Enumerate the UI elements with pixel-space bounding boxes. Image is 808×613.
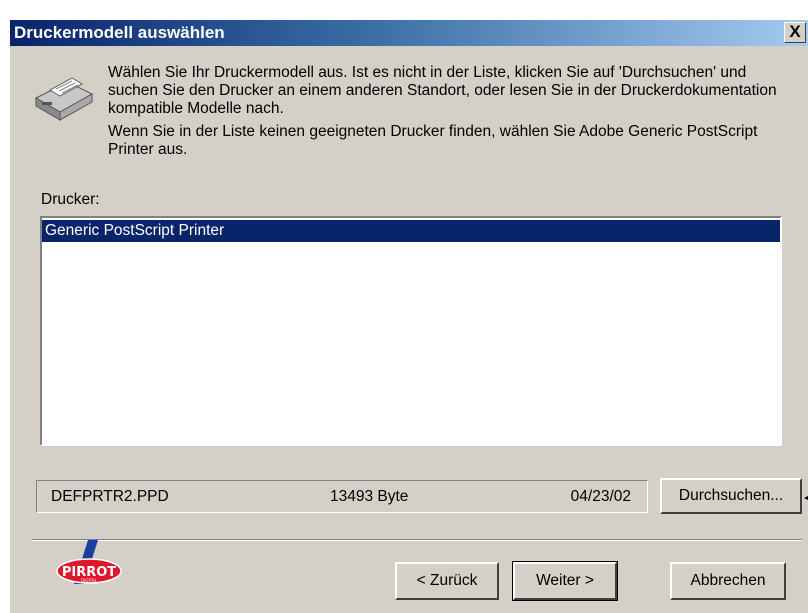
file-info-panel: DEFPRTR2.PPD 13493 Byte 04/23/02 bbox=[36, 480, 648, 513]
pirrot-logo: PIRROT DIGITAL bbox=[56, 540, 122, 584]
dialog-title: Druckermodell auswählen bbox=[14, 23, 225, 42]
intro-paragraph-2: Wenn Sie in der Liste keinen geeigneten … bbox=[108, 123, 758, 158]
printer-model-dialog: Druckermodell auswählen X Wählen Sie Ihr… bbox=[10, 20, 808, 613]
separator-line bbox=[32, 539, 802, 541]
printers-label: Drucker: bbox=[41, 191, 100, 208]
printer-listbox[interactable]: Generic PostScript Printer bbox=[40, 216, 782, 446]
title-bar: Druckermodell auswählen X bbox=[10, 20, 808, 46]
printer-list-item-selected[interactable]: Generic PostScript Printer bbox=[42, 220, 780, 242]
intro-paragraph-1: Wählen Sie Ihr Druckermodell aus. Ist es… bbox=[108, 64, 777, 117]
next-button[interactable]: Weiter > bbox=[512, 561, 618, 601]
file-date: 04/23/02 bbox=[570, 488, 631, 505]
close-button[interactable]: X bbox=[784, 22, 806, 43]
browse-button[interactable]: Durchsuchen... bbox=[660, 478, 802, 514]
printer-icon bbox=[34, 77, 94, 121]
cursor-arrow-icon bbox=[804, 496, 808, 500]
close-icon: X bbox=[789, 22, 801, 41]
intro-text: Wählen Sie Ihr Druckermodell aus. Ist es… bbox=[108, 64, 788, 164]
back-button[interactable]: < Zurück bbox=[395, 562, 499, 600]
svg-text:DIGITAL: DIGITAL bbox=[81, 578, 97, 583]
file-size: 13493 Byte bbox=[330, 488, 409, 505]
file-name: DEFPRTR2.PPD bbox=[51, 488, 169, 505]
cancel-button[interactable]: Abbrechen bbox=[670, 562, 786, 600]
